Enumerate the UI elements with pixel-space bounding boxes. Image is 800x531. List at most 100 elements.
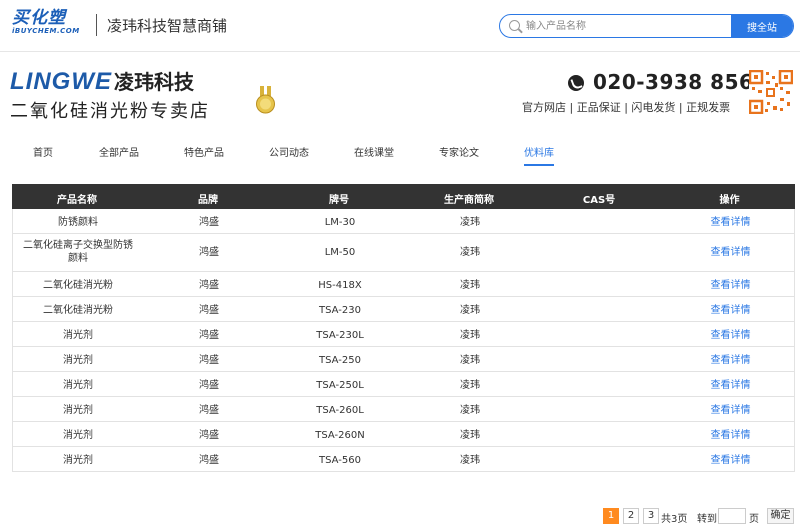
product-name-cell: 消光剂 [63,380,93,391]
table-row: 消光剂 鸿盛 TSA-560 凌玮 查看详情 [12,447,795,472]
phone-icon [568,75,584,91]
table-row: 二氧化硅消光粉 鸿盛 TSA-230 凌玮 查看详情 [12,297,795,322]
qr-code-icon[interactable] [749,70,793,114]
ibuychem-logo[interactable]: 买化塑 iBUYCHEM.COM [12,9,90,39]
table-header: 产品名称 品牌 牌号 生产商简称 CAS号 操作 [12,184,795,209]
brand-cell: 鸿盛 [199,305,219,316]
maker-cell: 凌玮 [460,405,480,416]
brand-cell: 鸿盛 [199,455,219,466]
search-input[interactable] [526,18,726,34]
model-cell: TSA-260N [315,430,365,441]
table-row: 二氧化硅离子交换型防锈颜料 鸿盛 LM-50 凌玮 查看详情 [12,234,795,272]
view-details-link[interactable]: 查看详情 [665,354,796,367]
page-3-button[interactable]: 3 [643,508,659,524]
brand-cell: 鸿盛 [199,280,219,291]
maker-cell: 凌玮 [460,217,480,228]
page-unit: 页 [749,514,759,525]
brand-cell: 鸿盛 [199,380,219,391]
model-cell: LM-50 [324,247,356,258]
maker-cell: 凌玮 [460,355,480,366]
nav-item-papers[interactable]: 专家论文 [439,144,479,159]
model-cell: TSA-230 [319,305,361,316]
model-cell: TSA-560 [319,455,361,466]
service-badges: 官方网店 | 正品保证 | 闪电发货 | 正规发票 [522,101,731,114]
brand-cell: 鸿盛 [199,405,219,416]
header-maker: 生产商简称 [444,195,494,206]
table-row: 二氧化硅消光粉 鸿盛 HS-418X 凌玮 查看详情 [12,272,795,297]
model-cell: TSA-260L [316,405,364,416]
table-row: 防锈颜料 鸿盛 LM-30 凌玮 查看详情 [12,209,795,234]
header-cas: CAS号 [582,195,616,206]
goto-label: 转到 [697,514,717,525]
maker-cell: 凌玮 [460,280,480,291]
view-details-link[interactable]: 查看详情 [665,404,796,417]
goto-page-input[interactable] [718,508,746,524]
table-row: 消光剂 鸿盛 TSA-260N 凌玮 查看详情 [12,422,795,447]
header-model: 牌号 [329,195,349,206]
logo-subtext: iBUYCHEM.COM [12,27,80,35]
search-bar: 搜全站 [499,14,794,38]
nav-item-home[interactable]: 首页 [33,144,53,159]
goto-confirm-button[interactable]: 确定 [767,508,794,524]
table-row: 消光剂 鸿盛 TSA-260L 凌玮 查看详情 [12,397,795,422]
view-details-link[interactable]: 查看详情 [665,454,796,467]
maker-cell: 凌玮 [460,380,480,391]
nav-item-classroom[interactable]: 在线课堂 [354,144,394,159]
logo-latin: LINGWE [10,68,112,95]
view-details-link[interactable]: 查看详情 [665,304,796,317]
search-all-button[interactable]: 搜全站 [731,15,793,37]
maker-cell: 凌玮 [460,305,480,316]
model-cell: TSA-250L [316,380,364,391]
product-name-cell: 消光剂 [63,330,93,341]
brand-cell: 鸿盛 [199,355,219,366]
table-body: 防锈颜料 鸿盛 LM-30 凌玮 查看详情 二氧化硅离子交换型防锈颜料 鸿盛 LM-50 凌玮查… [12,209,795,472]
nav-item-all-products[interactable]: 全部产品 [99,144,139,159]
product-name-cell: 防锈颜料 [58,217,98,228]
model-cell: LM-30 [324,217,356,228]
brand-cell: 鸿盛 [199,247,219,258]
award-medal-icon [256,86,275,114]
maker-cell: 凌玮 [460,430,480,441]
logo-text: 买化塑 [12,8,66,28]
product-name-cell: 消光剂 [63,355,93,366]
search-icon [509,20,520,31]
model-cell: TSA-230L [316,330,364,341]
maker-cell: 凌玮 [460,330,480,341]
page-2-button[interactable]: 2 [623,508,639,524]
view-details-link[interactable]: 查看详情 [665,279,796,292]
store-tagline: 二氧化硅消光粉专卖店 [10,101,210,122]
main-nav: 首页 全部产品 特色产品 公司动态 在线课堂 专家论文 优料库 [0,132,800,168]
product-name-cell: 消光剂 [63,405,93,416]
total-pages: 共3页 [661,514,688,525]
maker-cell: 凌玮 [460,455,480,466]
view-details-link[interactable]: 查看详情 [665,246,796,259]
page-1-button[interactable]: 1 [603,508,619,524]
nav-item-material-library[interactable]: 优料库 [524,144,554,166]
view-details-link[interactable]: 查看详情 [665,379,796,392]
header-product-name: 产品名称 [57,195,97,206]
header-brand: 品牌 [198,195,218,206]
table-row: 消光剂 鸿盛 TSA-230L 凌玮 查看详情 [12,322,795,347]
table-row: 消光剂 鸿盛 TSA-250L 凌玮 查看详情 [12,372,795,397]
nav-item-news[interactable]: 公司动态 [269,144,309,159]
brand-cell: 鸿盛 [199,430,219,441]
product-name-cell: 消光剂 [63,455,93,466]
brand-cell: 鸿盛 [199,330,219,341]
view-details-link[interactable]: 查看详情 [665,216,796,229]
store-header: LINGWE 凌玮科技 二氧化硅消光粉专卖店 020-3938 8561 官方网店… [0,52,800,132]
divider [96,14,97,36]
top-bar: 买化塑 iBUYCHEM.COM 凌玮科技智慧商铺 搜全站 [0,0,800,52]
shop-title: 凌玮科技智慧商铺 [107,17,228,35]
maker-cell: 凌玮 [460,247,480,258]
product-name-cell: 二氧化硅离子交换型防锈颜料 [23,240,133,264]
product-table: 产品名称 品牌 牌号 生产商简称 CAS号 操作 防锈颜料 鸿盛 LM-30 凌玮 查看… [12,184,795,472]
table-row: 消光剂 鸿盛 TSA-250 凌玮 查看详情 [12,347,795,372]
logo-cn: 凌玮科技 [114,70,194,94]
lingwe-logo[interactable]: LINGWE 凌玮科技 [10,66,194,96]
model-cell: TSA-250 [319,355,361,366]
header-action: 操作 [719,195,740,206]
nav-item-featured[interactable]: 特色产品 [184,144,224,159]
view-details-link[interactable]: 查看详情 [665,329,796,342]
brand-cell: 鸿盛 [199,217,219,228]
view-details-link[interactable]: 查看详情 [665,429,796,442]
